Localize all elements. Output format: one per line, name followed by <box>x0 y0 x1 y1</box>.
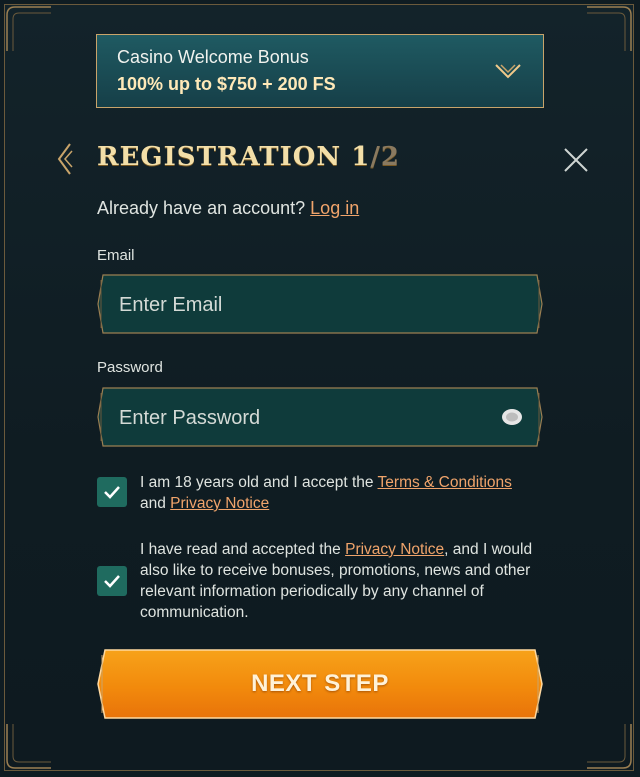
chevron-down-icon[interactable] <box>495 62 521 80</box>
password-input[interactable] <box>117 387 491 449</box>
password-label: Password <box>97 359 163 376</box>
corner-ornament <box>585 722 633 770</box>
email-input[interactable] <box>117 274 491 336</box>
step-total: /2 <box>370 142 400 172</box>
corner-ornament <box>5 722 53 770</box>
page-title: REGISTRATION 1/2 <box>97 142 400 172</box>
marketing-checkbox[interactable] <box>97 566 127 596</box>
marketing-consent-text: I have read and accepted the Privacy Not… <box>140 539 550 623</box>
bonus-title: Casino Welcome Bonus <box>117 47 309 67</box>
bonus-offer: 100% up to $750 + 200 FS <box>117 74 336 94</box>
next-step-button[interactable]: NEXT STEP <box>97 649 543 719</box>
terms-consent-text: I am 18 years old and I accept the Terms… <box>140 472 550 514</box>
next-step-label: NEXT STEP <box>251 670 389 697</box>
privacy-notice-link[interactable]: Privacy Notice <box>170 495 269 512</box>
login-link[interactable]: Log in <box>310 198 359 218</box>
close-icon[interactable] <box>562 146 590 174</box>
page-title-text: REGISTRATION 1 <box>97 142 371 172</box>
privacy-notice-link[interactable]: Privacy Notice <box>345 541 444 558</box>
terms-text-before: I am 18 years old and I accept the <box>140 474 378 491</box>
email-field-wrapper <box>97 274 543 336</box>
checkmark-icon <box>104 486 120 499</box>
password-field-wrapper <box>97 387 543 449</box>
corner-ornament <box>585 5 633 53</box>
bonus-selector[interactable]: Casino Welcome Bonus 100% up to $750 + 2… <box>96 34 544 108</box>
login-prompt: Already have an account? Log in <box>97 198 359 219</box>
email-label: Email <box>97 247 135 264</box>
terms-conditions-link[interactable]: Terms & Conditions <box>378 474 512 491</box>
terms-text-mid: and <box>140 495 171 512</box>
login-prompt-text: Already have an account? <box>97 198 306 218</box>
terms-checkbox[interactable] <box>97 477 127 507</box>
back-arrow-icon[interactable] <box>56 142 74 176</box>
corner-ornament <box>5 5 53 53</box>
marketing-consent-row: I have read and accepted the Privacy Not… <box>97 539 547 629</box>
checkmark-icon <box>104 575 120 588</box>
eye-icon[interactable] <box>501 407 523 427</box>
terms-consent-row: I am 18 years old and I accept the Terms… <box>97 472 547 518</box>
marketing-text-before: I have read and accepted the <box>140 541 346 558</box>
